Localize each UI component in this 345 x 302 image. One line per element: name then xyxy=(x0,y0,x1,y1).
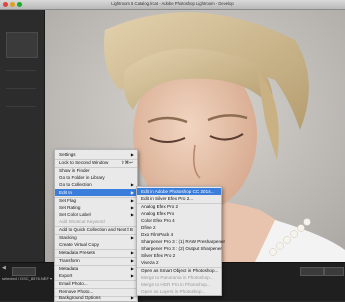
menu-item-label: Color Efex Pro 4 xyxy=(141,218,175,223)
menu-item-label: Add to Quick Collection and Next xyxy=(59,227,127,232)
menu-item-label: Set Rating xyxy=(59,205,81,210)
submenu-arrow-icon: ▶ xyxy=(130,182,134,187)
menu-item-label: Silver Efex Pro 2 xyxy=(141,253,176,258)
menu-item-create-virtual-copy[interactable]: Create Virtual Copy xyxy=(55,241,137,248)
menu-item-label: Email Photo... xyxy=(59,281,88,286)
menu-item-go-to-collection[interactable]: Go to Collection ▶ xyxy=(55,181,137,188)
filmstrip-thumbnail[interactable] xyxy=(324,267,344,276)
menu-item-add-to-quick-collection[interactable]: Add to Quick Collection and Next ⇧B xyxy=(55,226,137,233)
submenu-arrow-icon: ▶ xyxy=(130,152,134,157)
menu-item-label: Sharpener Pro 3 : (2) Output Sharpener xyxy=(141,246,222,251)
menu-item-label: Edit in Adobe Photoshop CC 2014... xyxy=(141,189,215,194)
menu-item-label: Create Virtual Copy xyxy=(59,242,100,247)
menu-item-label: Export xyxy=(59,273,73,278)
submenu-item-edit-silver-efex[interactable]: Edit in Silver Efex Pro 2... xyxy=(137,195,221,202)
menu-item-stacking[interactable]: Stacking ▶ xyxy=(55,234,137,241)
menu-item-label: Set Flag xyxy=(59,198,77,203)
menu-item-edit-in[interactable]: Edit In ▶ xyxy=(55,189,137,196)
navigator-preview[interactable] xyxy=(6,32,38,58)
submenu-arrow-icon: ▶ xyxy=(130,273,134,278)
menu-item-label: Stacking xyxy=(59,235,77,240)
panel-divider xyxy=(6,106,36,107)
submenu-item-analog-efex[interactable]: Analog Efex Pro xyxy=(137,210,221,217)
submenu-item-viveza[interactable]: Viveza 2 xyxy=(137,259,221,266)
chevron-left-icon[interactable]: ◀ xyxy=(2,265,6,271)
menu-item-label: Analog Efex Pro 2 xyxy=(141,204,179,209)
menu-item-transform[interactable]: Transform ▶ xyxy=(55,257,137,264)
filmstrip-thumbnail[interactable] xyxy=(300,267,324,276)
menu-item-label: Go to Folder in Library xyxy=(59,175,105,180)
submenu-item-merge-panorama: Merge to Panorama in Photoshop... xyxy=(137,274,221,281)
menu-item-set-color-label[interactable]: Set Color Label ▶ xyxy=(55,211,137,218)
submenu-arrow-icon: ▶ xyxy=(130,258,134,263)
submenu-arrow-icon: ▶ xyxy=(130,205,134,210)
submenu-arrow-icon: ▶ xyxy=(130,235,134,240)
menu-item-metadata[interactable]: Metadata ▶ xyxy=(55,265,137,272)
context-menu: Settings ▶ Lock to Second Window ⇧⌘↩ Show … xyxy=(54,149,138,302)
menu-item-label: Set Color Label xyxy=(59,212,91,217)
menu-item-add-shortcut-keyword: Add Shortcut Keyword xyxy=(55,218,137,225)
submenu-item-edit-photoshop[interactable]: Edit in Adobe Photoshop CC 2014... xyxy=(137,188,221,195)
submenu-arrow-icon: ▶ xyxy=(130,250,134,255)
submenu-item-sharpener-output[interactable]: Sharpener Pro 3 : (2) Output Sharpener xyxy=(137,245,222,252)
menu-item-label: Merge to Panorama in Photoshop... xyxy=(141,275,214,280)
menu-item-label: Viveza 2 xyxy=(141,260,159,265)
menu-item-metadata-presets[interactable]: Metadata Presets ▶ xyxy=(55,249,137,256)
submenu-item-analog-efex-2[interactable]: Analog Efex Pro 2 xyxy=(137,203,221,210)
window-titlebar: Lightroom 5 Catalog.lrcat - Adobe Photos… xyxy=(0,0,345,10)
menu-item-label: Add Shortcut Keyword xyxy=(59,219,105,224)
left-panel xyxy=(0,10,45,262)
submenu-item-smart-object[interactable]: Open as Smart Object in Photoshop... xyxy=(137,267,221,274)
submenu-arrow-icon: ▶ xyxy=(130,190,134,195)
menu-shortcut: ⇧B xyxy=(126,227,133,232)
window-title: Lightroom 5 Catalog.lrcat - Adobe Photos… xyxy=(111,1,234,6)
menu-item-set-rating[interactable]: Set Rating ▶ xyxy=(55,204,137,211)
menu-item-label: Analog Efex Pro xyxy=(141,211,175,216)
menu-item-export[interactable]: Export ▶ xyxy=(55,272,137,279)
menu-item-label: Edit in Silver Efex Pro 2... xyxy=(141,196,194,201)
menu-item-label: Metadata xyxy=(59,266,79,271)
submenu-item-open-as-layers: Open as Layers in Photoshop... xyxy=(137,288,221,295)
menu-item-lock-second-window[interactable]: Lock to Second Window ⇧⌘↩ xyxy=(55,159,137,166)
menu-item-label: Merge to HDR Pro in Photoshop... xyxy=(141,282,211,287)
edit-in-submenu: Edit in Adobe Photoshop CC 2014... Edit … xyxy=(136,186,225,296)
menu-item-show-in-finder[interactable]: Show in Finder xyxy=(55,167,137,174)
submenu-item-merge-hdr: Merge to HDR Pro in Photoshop... xyxy=(137,281,221,288)
menu-item-label: Metadata Presets xyxy=(59,250,96,255)
menu-item-set-flag[interactable]: Set Flag ▶ xyxy=(55,197,137,204)
filmstrip-thumbnail[interactable] xyxy=(12,267,36,276)
menu-item-settings[interactable]: Settings ▶ xyxy=(55,151,137,158)
menu-item-label: Go to Collection xyxy=(59,182,92,187)
submenu-arrow-icon: ▶ xyxy=(130,198,134,203)
menu-item-label: Lock to Second Window xyxy=(59,160,109,165)
menu-item-label: Background Options xyxy=(59,295,101,300)
submenu-item-color-efex[interactable]: Color Efex Pro 4 xyxy=(137,217,221,224)
submenu-item-dxo-filmpack[interactable]: Dxo FilmPack 4 xyxy=(137,231,221,238)
menu-item-go-to-folder[interactable]: Go to Folder in Library xyxy=(55,174,137,181)
menu-item-label: Sharpener Pro 3 : (1) RAW Presharpener xyxy=(141,239,226,244)
menu-item-label: Transform xyxy=(59,258,80,263)
menu-item-label: Open as Smart Object in Photoshop... xyxy=(141,268,219,273)
submenu-item-dfine[interactable]: Dfine 2 xyxy=(137,224,221,231)
menu-item-label: Open as Layers in Photoshop... xyxy=(141,289,206,294)
panel-divider xyxy=(6,70,36,71)
menu-item-label: Settings xyxy=(59,152,76,157)
filmstrip-filename-label[interactable]: selected / DSC_8576.NEF ▾ xyxy=(2,276,52,281)
menu-item-label: Dfine 2 xyxy=(141,225,156,230)
submenu-item-silver-efex[interactable]: Silver Efex Pro 2 xyxy=(137,252,221,259)
menu-item-label: Edit In xyxy=(59,190,73,195)
menu-item-label: Show in Finder xyxy=(59,168,90,173)
panel-divider xyxy=(6,88,36,89)
submenu-arrow-icon: ▶ xyxy=(130,212,134,217)
submenu-arrow-icon: ▶ xyxy=(130,266,134,271)
menu-shortcut: ⇧⌘↩ xyxy=(120,160,133,165)
menu-item-email-photo[interactable]: Email Photo... xyxy=(55,280,137,287)
menu-item-label: Dxo FilmPack 4 xyxy=(141,232,174,237)
submenu-item-sharpener-raw[interactable]: Sharpener Pro 3 : (1) RAW Presharpener xyxy=(137,238,225,245)
